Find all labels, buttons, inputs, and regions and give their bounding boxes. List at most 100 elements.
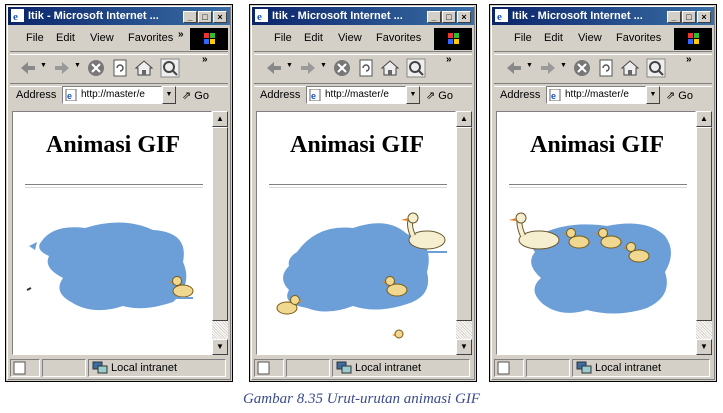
address-dropdown-button[interactable]: ▼ — [406, 86, 420, 104]
go-button[interactable]: ⇗ Go — [182, 89, 209, 102]
refresh-icon[interactable] — [596, 58, 616, 78]
address-bar: Address e http://master/e ▼ ⇗ Go — [254, 85, 472, 107]
minimize-button[interactable]: _ — [427, 11, 441, 23]
forward-arrow-icon[interactable] — [52, 58, 72, 78]
address-dropdown-button[interactable]: ▼ — [646, 86, 660, 104]
status-pane — [42, 359, 86, 377]
windows-logo-icon — [674, 28, 712, 50]
address-dropdown-button[interactable]: ▼ — [162, 86, 176, 104]
address-input[interactable]: e http://master/e — [546, 86, 646, 104]
vertical-scrollbar[interactable]: ▲ ▼ — [456, 111, 472, 355]
svg-text:e: e — [13, 11, 18, 22]
close-button[interactable]: × — [457, 11, 471, 23]
address-value: http://master/e — [565, 89, 629, 100]
forward-dropdown-icon[interactable]: ▼ — [560, 62, 567, 69]
maximize-button[interactable]: □ — [198, 11, 212, 23]
windows-logo-icon — [434, 28, 472, 50]
minimize-button[interactable]: _ — [183, 11, 197, 23]
stop-icon[interactable] — [332, 58, 352, 78]
scroll-thumb[interactable] — [212, 127, 228, 321]
scroll-up-button[interactable]: ▲ — [212, 111, 228, 127]
menu-favorites[interactable]: Favorites — [376, 32, 421, 44]
search-icon[interactable] — [160, 58, 180, 78]
stop-icon[interactable] — [86, 58, 106, 78]
status-zone-pane: Local intranet — [332, 359, 470, 377]
back-arrow-icon[interactable] — [264, 58, 284, 78]
forward-dropdown-icon[interactable]: ▼ — [320, 62, 327, 69]
search-icon[interactable] — [646, 58, 666, 78]
status-pane — [526, 359, 570, 377]
vertical-scrollbar[interactable]: ▲ ▼ — [696, 111, 712, 355]
scroll-track[interactable] — [456, 321, 472, 339]
back-arrow-icon[interactable] — [18, 58, 38, 78]
go-label: Go — [194, 90, 209, 102]
window-controls: _ □ × — [667, 11, 711, 23]
address-input[interactable]: e http://master/e — [62, 86, 162, 104]
scroll-up-button[interactable]: ▲ — [696, 111, 712, 127]
scroll-thumb[interactable] — [456, 127, 472, 321]
scroll-thumb[interactable] — [696, 127, 712, 321]
toolbar-chevron-icon[interactable]: » — [202, 54, 208, 65]
ie-page-icon: e — [549, 89, 561, 101]
refresh-icon[interactable] — [110, 58, 130, 78]
menu-file[interactable]: File — [274, 32, 292, 44]
back-arrow-icon[interactable] — [504, 58, 524, 78]
refresh-icon[interactable] — [356, 58, 376, 78]
toolbar-chevron-icon[interactable]: » — [446, 54, 452, 65]
go-icon: ⇗ — [426, 90, 436, 102]
search-icon[interactable] — [406, 58, 426, 78]
ie-page-icon — [497, 361, 510, 375]
vertical-scrollbar[interactable]: ▲ ▼ — [212, 111, 228, 355]
browser-window-3: e Itik - Microsoft Internet ... _ □ × Fi… — [489, 4, 717, 382]
address-value: http://master/e — [81, 89, 145, 100]
chevron-more-icon[interactable]: » — [178, 29, 184, 40]
menu-edit[interactable]: Edit — [56, 32, 75, 44]
menu-edit[interactable]: Edit — [544, 32, 563, 44]
status-text: Local intranet — [355, 362, 422, 374]
scroll-up-button[interactable]: ▲ — [456, 111, 472, 127]
back-dropdown-icon[interactable]: ▼ — [526, 62, 533, 69]
go-button[interactable]: ⇗ Go — [426, 89, 453, 102]
maximize-button[interactable]: □ — [442, 11, 456, 23]
menu-view[interactable]: View — [338, 32, 362, 44]
page-content: Animasi GIF — [12, 111, 212, 355]
duck-animation-frame-3 — [509, 212, 671, 314]
forward-arrow-icon[interactable] — [538, 58, 558, 78]
scroll-down-button[interactable]: ▼ — [212, 339, 228, 355]
title-bar[interactable]: e Itik - Microsoft Internet ... _ □ × — [492, 7, 714, 25]
address-label: Address — [260, 89, 301, 101]
scroll-down-button[interactable]: ▼ — [456, 339, 472, 355]
home-icon[interactable] — [620, 58, 640, 78]
window-title: Itik - Microsoft Internet ... — [28, 10, 159, 22]
menu-favorites[interactable]: Favorites — [128, 32, 173, 44]
go-button[interactable]: ⇗ Go — [666, 89, 693, 102]
address-label: Address — [16, 89, 57, 101]
back-dropdown-icon[interactable]: ▼ — [40, 62, 47, 69]
toolbar-chevron-icon[interactable]: » — [686, 54, 692, 65]
home-icon[interactable] — [134, 58, 154, 78]
menu-file[interactable]: File — [514, 32, 532, 44]
menu-edit[interactable]: Edit — [304, 32, 323, 44]
status-pane-icon — [10, 359, 40, 377]
forward-arrow-icon[interactable] — [298, 58, 318, 78]
maximize-button[interactable]: □ — [682, 11, 696, 23]
scroll-track[interactable] — [212, 321, 228, 339]
close-button[interactable]: × — [697, 11, 711, 23]
home-icon[interactable] — [380, 58, 400, 78]
duckling — [392, 329, 404, 339]
minimize-button[interactable]: _ — [667, 11, 681, 23]
back-dropdown-icon[interactable]: ▼ — [286, 62, 293, 69]
menu-file[interactable]: File — [26, 32, 44, 44]
title-bar[interactable]: e Itik - Microsoft Internet ... _ □ × — [252, 7, 474, 25]
close-button[interactable]: × — [213, 11, 227, 23]
forward-dropdown-icon[interactable]: ▼ — [74, 62, 81, 69]
address-input[interactable]: e http://master/e — [306, 86, 406, 104]
menu-favorites[interactable]: Favorites — [616, 32, 661, 44]
pond — [39, 222, 187, 311]
scroll-track[interactable] — [696, 321, 712, 339]
menu-view[interactable]: View — [90, 32, 114, 44]
scroll-down-button[interactable]: ▼ — [696, 339, 712, 355]
menu-view[interactable]: View — [578, 32, 602, 44]
stop-icon[interactable] — [572, 58, 592, 78]
title-bar[interactable]: e Itik - Microsoft Internet ... _ □ × — [8, 7, 230, 25]
